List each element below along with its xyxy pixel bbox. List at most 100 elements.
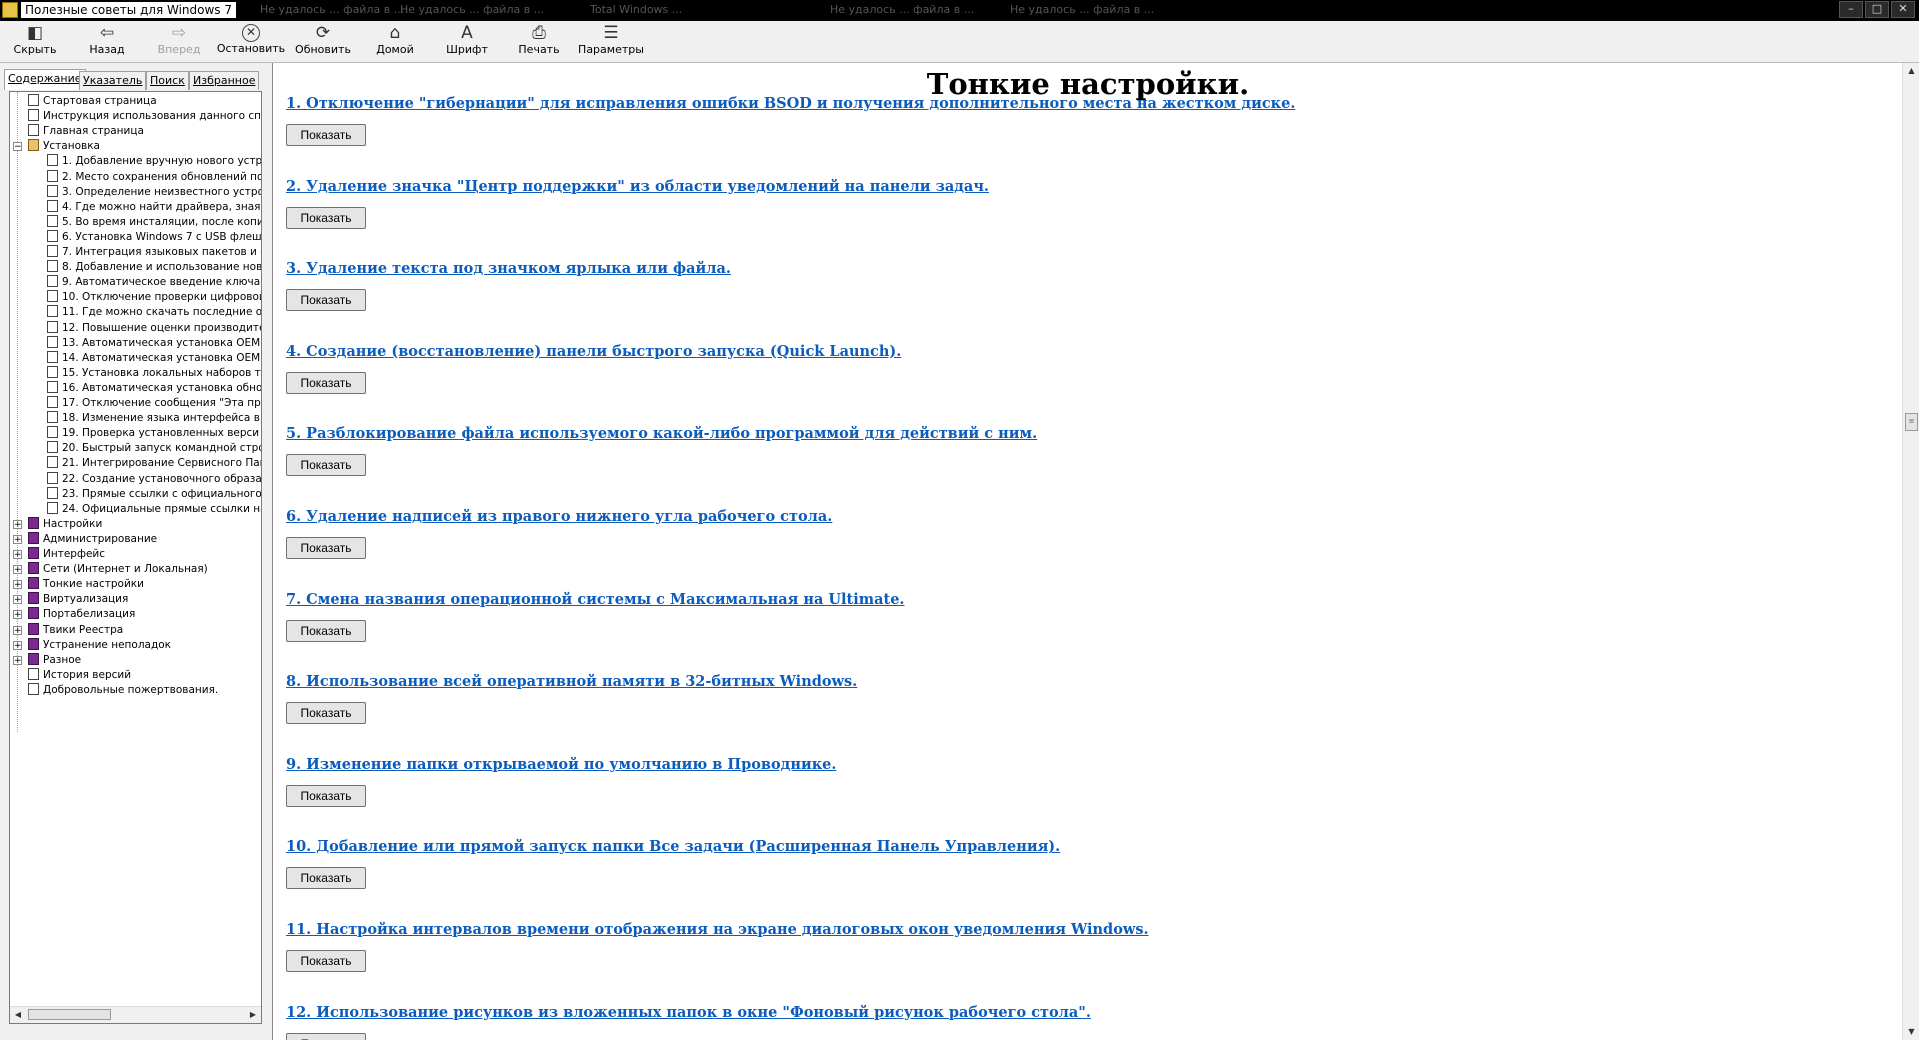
tree-subtopic[interactable]: 1. Добавление вручную нового устр	[47, 153, 261, 169]
tree-subtopic[interactable]: 24. Официальные прямые ссылки на	[47, 501, 261, 517]
tree-horizontal-scrollbar[interactable]: ◀ ▶	[10, 1006, 261, 1023]
tree-topic[interactable]: Добровольные пожертвования.	[28, 682, 218, 698]
expand-icon[interactable]: +	[13, 610, 22, 620]
expand-icon[interactable]: +	[13, 550, 22, 560]
tree-topic[interactable]: Инструкция использования данного спр	[28, 108, 261, 124]
options-button[interactable]: ☰ Параметры	[576, 23, 646, 61]
expand-icon[interactable]: +	[13, 519, 22, 529]
font-button[interactable]: A Шрифт	[432, 23, 502, 61]
expand-icon[interactable]: +	[13, 655, 22, 665]
show-button[interactable]: Показать	[286, 867, 366, 890]
tree-topic[interactable]: Стартовая страница	[28, 93, 157, 109]
back-button[interactable]: ⇦ Назад	[72, 23, 142, 61]
expand-icon[interactable]: +	[13, 640, 22, 650]
minimize-button[interactable]: –	[1839, 1, 1863, 18]
tree-folder[interactable]: Администрирование	[28, 531, 157, 547]
scroll-up-arrow-icon[interactable]: ▲	[1905, 64, 1918, 78]
expand-icon[interactable]: +	[13, 580, 22, 590]
tree-subtopic[interactable]: 16. Автоматическая установка обно	[47, 380, 261, 396]
contents-tree[interactable]: ◀ ▶ Стартовая страница Инструкция использ…	[9, 91, 262, 1024]
show-button[interactable]: Показать	[286, 206, 366, 229]
tree-folder[interactable]: Тонкие настройки	[28, 576, 144, 592]
tree-subtopic[interactable]: 3. Определение неизвестного устро	[47, 184, 261, 200]
show-button[interactable]: Показать	[286, 537, 366, 559]
topic-link[interactable]: 8. Использование всей оперативной памяти…	[286, 673, 857, 691]
print-button[interactable]: ⎙ Печать	[504, 23, 574, 61]
tab-search[interactable]: Поиск	[146, 71, 189, 90]
tree-subtopic[interactable]: 7. Интеграция языковых пакетов и с	[47, 244, 261, 260]
home-button[interactable]: ⌂ Домой	[360, 23, 430, 61]
topic-link[interactable]: 3. Удаление текста под значком ярлыка ил…	[286, 260, 731, 278]
background-tab[interactable]: Total Windows ...	[590, 3, 682, 17]
tree-folder[interactable]: Сети (Интернет и Локальная)	[28, 561, 208, 577]
scroll-left-arrow-icon[interactable]: ◀	[11, 1008, 25, 1022]
topic-link[interactable]: 10. Добавление или прямой запуск папки В…	[286, 838, 1060, 856]
tree-subtopic[interactable]: 6. Установка Windows 7 с USB флеш	[47, 229, 261, 245]
scroll-right-arrow-icon[interactable]: ▶	[246, 1008, 260, 1022]
background-tab[interactable]: Не удалось ... файла в ...	[260, 3, 404, 17]
show-button[interactable]: Показать	[286, 289, 366, 312]
show-button[interactable]: Показать	[286, 124, 366, 146]
tree-subtopic[interactable]: 15. Установка локальных наборов т	[47, 365, 261, 381]
expand-icon[interactable]: +	[13, 595, 22, 605]
refresh-button[interactable]: ⟳ Обновить	[288, 23, 358, 61]
scroll-thumb[interactable]: ≡	[1905, 413, 1918, 431]
tree-subtopic[interactable]: 8. Добавление и использование нов	[47, 259, 261, 275]
topic-link[interactable]: 1. Отключение "гибернации" для исправлен…	[286, 95, 1295, 113]
tree-subtopic[interactable]: 17. Отключение сообщения "Эта про	[47, 395, 261, 411]
tree-subtopic[interactable]: 9. Автоматическое введение ключа	[47, 274, 260, 290]
tree-subtopic[interactable]: 21. Интегрирование Сервисного Пак	[47, 455, 261, 471]
maximize-button[interactable]: □	[1865, 1, 1889, 18]
content-vertical-scrollbar[interactable]: ▲ ≡ ▼	[1902, 63, 1919, 1040]
tree-folder[interactable]: Разное	[28, 652, 81, 668]
hide-button[interactable]: ◧ Скрыть	[0, 23, 70, 61]
show-button[interactable]: Показать	[286, 950, 366, 972]
tree-folder[interactable]: Настройки	[28, 516, 102, 532]
background-tab[interactable]: Не удалось ... файла в ...	[400, 3, 544, 17]
tree-subtopic[interactable]: 19. Проверка установленных верси	[47, 425, 259, 441]
background-tab[interactable]: Не удалось ... файла в ...	[1010, 3, 1154, 17]
tree-subtopic[interactable]: 23. Прямые ссылки с официального	[47, 486, 261, 502]
forward-button[interactable]: ⇨ Вперед	[144, 23, 214, 61]
topic-link[interactable]: 2. Удаление значка "Центр поддержки" из …	[286, 178, 989, 196]
tree-folder[interactable]: Виртуализация	[28, 591, 128, 607]
tree-folder[interactable]: Интерфейс	[28, 546, 105, 562]
tree-subtopic[interactable]: 2. Место сохранения обновлений по	[47, 169, 261, 185]
topic-link[interactable]: 12. Использование рисунков из вложенных …	[286, 1004, 1091, 1022]
show-button[interactable]: Показать	[286, 371, 366, 394]
tree-subtopic[interactable]: 5. Во время инсталяции, после копи	[47, 214, 261, 230]
tree-subtopic[interactable]: 13. Автоматическая установка OEM	[47, 335, 260, 351]
tab-index[interactable]: Указатель	[79, 71, 147, 90]
tab-favorites[interactable]: Избранное	[189, 71, 260, 90]
tree-topic[interactable]: История версий	[28, 667, 131, 683]
tree-subtopic[interactable]: 22. Создание установочного образа	[47, 471, 261, 487]
tree-subtopic[interactable]: 18. Изменение языка интерфейса в	[47, 410, 260, 426]
tree-folder[interactable]: Установка	[28, 138, 100, 154]
topic-link[interactable]: 6. Удаление надписей из правого нижнего …	[286, 508, 832, 526]
topic-link[interactable]: 7. Смена названия операционной системы с…	[286, 591, 904, 609]
show-button[interactable]: Показать	[286, 784, 366, 807]
tree-subtopic[interactable]: 12. Повышение оценки производите	[47, 320, 261, 336]
topic-link[interactable]: 4. Создание (восстановление) панели быст…	[286, 343, 901, 361]
tree-topic[interactable]: Главная страница	[28, 123, 144, 139]
tree-subtopic[interactable]: 10. Отключение проверки цифровой	[47, 289, 261, 305]
show-button[interactable]: Показать	[286, 454, 366, 477]
scroll-down-arrow-icon[interactable]: ▼	[1905, 1025, 1918, 1039]
expand-icon[interactable]: +	[13, 565, 22, 575]
collapse-icon[interactable]: −	[13, 142, 22, 152]
tree-subtopic[interactable]: 4. Где можно найти драйвера, зная \	[47, 199, 261, 215]
expand-icon[interactable]: +	[13, 625, 22, 635]
topic-link[interactable]: 9. Изменение папки открываемой по умолча…	[286, 756, 836, 774]
tree-folder[interactable]: Устранение неполадок	[28, 637, 171, 653]
topic-link[interactable]: 5. Разблокирование файла используемого к…	[286, 425, 1037, 443]
show-button[interactable]: Показать	[286, 619, 366, 642]
show-button[interactable]: Показать	[286, 702, 366, 725]
show-button[interactable]: Показать	[286, 1032, 366, 1040]
tree-subtopic[interactable]: 20. Быстрый запуск командной стро	[47, 440, 261, 456]
close-button[interactable]: ✕	[1891, 1, 1915, 18]
stop-button[interactable]: ✕ Остановить	[216, 23, 286, 61]
tab-contents[interactable]: Содержание	[4, 69, 86, 90]
background-tab[interactable]: Не удалось ... файла в ...	[830, 3, 974, 17]
expand-icon[interactable]: +	[13, 534, 22, 544]
tree-folder[interactable]: Твики Реестра	[28, 622, 123, 638]
